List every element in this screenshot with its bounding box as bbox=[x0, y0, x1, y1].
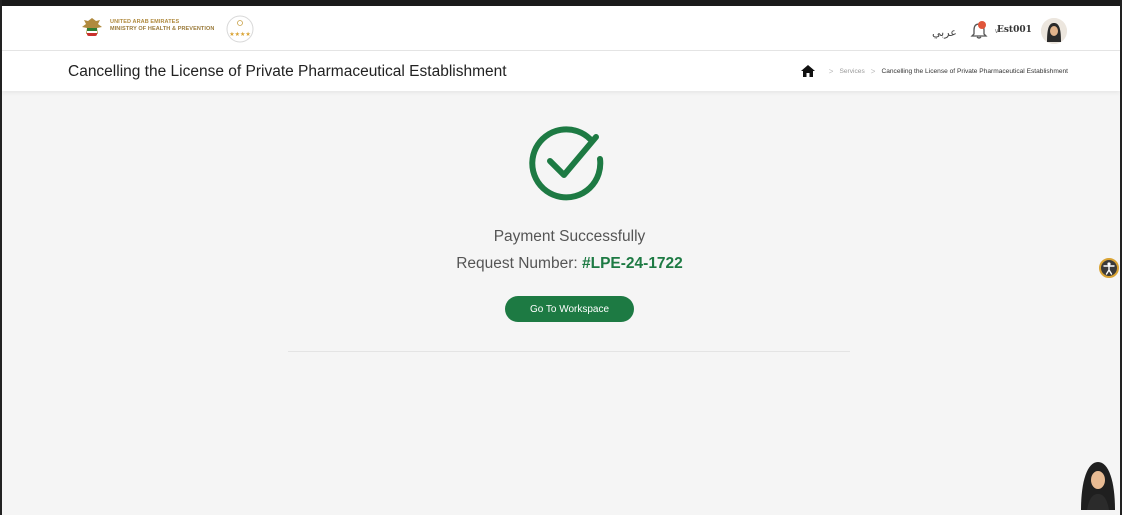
breadcrumb-current: Cancelling the License of Private Pharma… bbox=[881, 67, 1068, 75]
payment-status-message: Payment Successfully bbox=[493, 228, 646, 245]
accessibility-icon[interactable] bbox=[1099, 258, 1119, 278]
site-header: UNITED ARAB EMIRATES MINISTRY OF HEALTH … bbox=[2, 6, 1120, 51]
uae-emblem-icon[interactable] bbox=[80, 16, 104, 40]
main-content: Payment Successfully Request Number: #LP… bbox=[2, 91, 1120, 515]
breadcrumb-separator-icon: > bbox=[870, 66, 876, 76]
ministry-name: UNITED ARAB EMIRATES MINISTRY OF HEALTH … bbox=[110, 19, 215, 32]
svg-text:★★★★: ★★★★ bbox=[229, 31, 251, 38]
username[interactable]: Est001 bbox=[997, 25, 1032, 35]
page-title: Cancelling the License of Private Pharma… bbox=[68, 63, 507, 80]
request-number-label: Request Number: bbox=[456, 255, 578, 272]
user-avatar-icon[interactable] bbox=[1041, 18, 1067, 44]
content-divider bbox=[288, 351, 850, 352]
chat-assistant-icon[interactable] bbox=[1077, 458, 1119, 510]
request-number-value: #LPE-24-1722 bbox=[581, 255, 683, 272]
go-to-workspace-button[interactable]: Go To Workspace bbox=[505, 296, 634, 322]
success-check-icon bbox=[529, 126, 604, 201]
page-title-bar: Cancelling the License of Private Pharma… bbox=[2, 51, 1120, 91]
request-number-line: Request Number: #LPE-24-1722 bbox=[2, 255, 1122, 273]
breadcrumb-services-link[interactable]: Services bbox=[839, 68, 864, 75]
breadcrumb: > Services > Cancelling the License of P… bbox=[800, 65, 1068, 77]
bell-icon[interactable] bbox=[970, 20, 988, 40]
language-switch-link[interactable]: عربي bbox=[932, 26, 957, 39]
star-rating-badge-icon: ★★★★ bbox=[226, 15, 254, 43]
breadcrumb-separator-icon: > bbox=[828, 66, 834, 76]
home-icon[interactable] bbox=[800, 65, 815, 77]
